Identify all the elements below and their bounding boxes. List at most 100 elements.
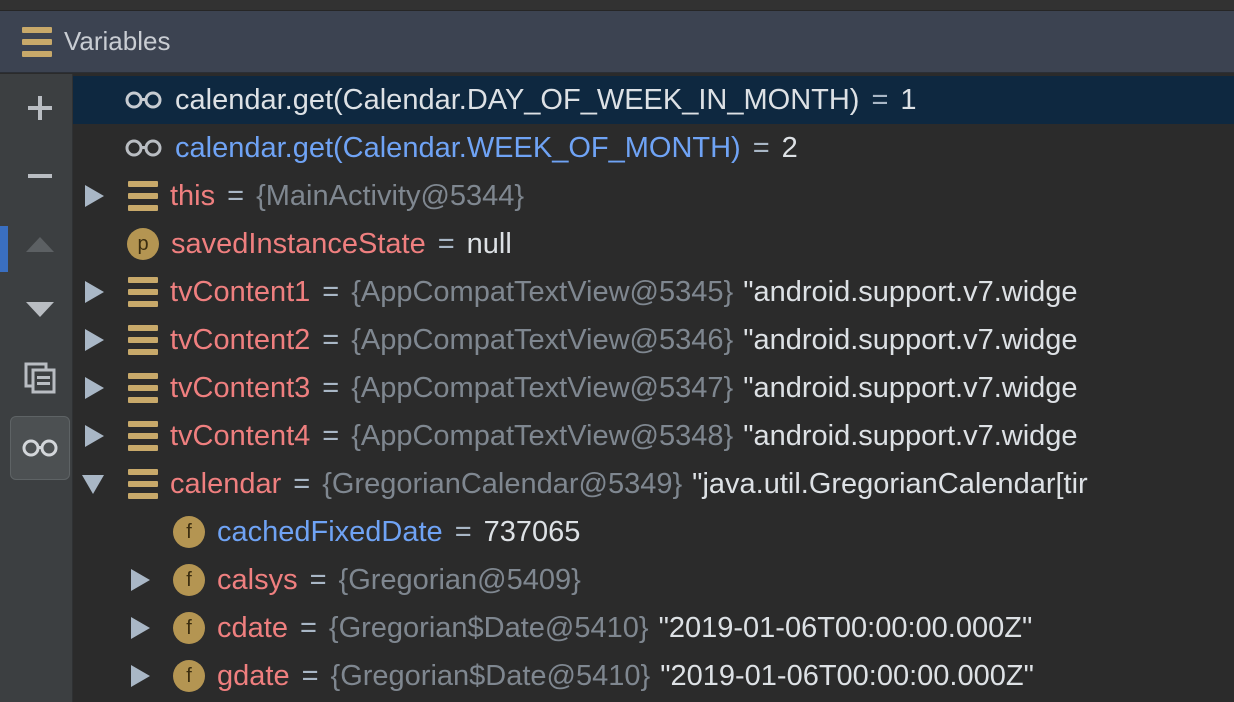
field-icon: f bbox=[173, 516, 205, 548]
side-toolbar bbox=[0, 74, 73, 702]
equals-sign: = bbox=[454, 515, 472, 548]
field-icon: f bbox=[173, 612, 205, 644]
variable-name: tvContent1 bbox=[170, 275, 311, 308]
variable-value: "android.support.v7.widge bbox=[743, 371, 1078, 404]
field-name: cdate bbox=[217, 611, 288, 644]
object-icon bbox=[128, 469, 158, 499]
variable-value: "android.support.v7.widge bbox=[743, 323, 1078, 356]
field-icon: f bbox=[173, 660, 205, 692]
equals-sign: = bbox=[299, 611, 317, 644]
field-type: {Gregorian$Date@5410} bbox=[328, 611, 649, 644]
plus-icon bbox=[28, 96, 52, 120]
field-icon: f bbox=[173, 564, 205, 596]
expand-arrow-icon[interactable] bbox=[131, 665, 150, 687]
object-icon bbox=[128, 373, 158, 403]
field-row-cachedFixedDate[interactable]: f cachedFixedDate = 737065 bbox=[73, 508, 1234, 556]
variable-name: tvContent4 bbox=[170, 419, 311, 452]
expand-arrow-icon[interactable] bbox=[85, 377, 104, 399]
variable-row-tvContent4[interactable]: tvContent4 = {AppCompatTextView@5348} "a… bbox=[73, 412, 1234, 460]
field-type: {Gregorian@5409} bbox=[338, 563, 581, 596]
arrow-up-icon bbox=[26, 237, 54, 252]
minus-icon bbox=[28, 174, 52, 178]
variable-name: tvContent3 bbox=[170, 371, 311, 404]
object-icon bbox=[128, 277, 158, 307]
variables-tree: calendar.get(Calendar.DAY_OF_WEEK_IN_MON… bbox=[73, 74, 1234, 702]
move-down-button[interactable] bbox=[12, 282, 68, 338]
equals-sign: = bbox=[437, 227, 455, 260]
object-icon bbox=[128, 325, 158, 355]
variable-row-tvContent3[interactable]: tvContent3 = {AppCompatTextView@5347} "a… bbox=[73, 364, 1234, 412]
equals-sign: = bbox=[322, 275, 340, 308]
object-icon bbox=[128, 181, 158, 211]
field-value: "2019-01-06T00:00:00.000Z" bbox=[658, 611, 1033, 644]
field-row-cdate[interactable]: f cdate = {Gregorian$Date@5410} "2019-01… bbox=[73, 604, 1234, 652]
expand-arrow-icon[interactable] bbox=[85, 425, 104, 447]
expand-arrow-icon[interactable] bbox=[131, 617, 150, 639]
variable-type: {MainActivity@5344} bbox=[256, 179, 525, 212]
variable-value: "android.support.v7.widge bbox=[743, 275, 1078, 308]
watch-row-day-of-week-in-month[interactable]: calendar.get(Calendar.DAY_OF_WEEK_IN_MON… bbox=[73, 76, 1234, 124]
expand-arrow-icon[interactable] bbox=[85, 329, 104, 351]
arrow-down-icon bbox=[26, 302, 54, 317]
variable-type: {AppCompatTextView@5348} bbox=[351, 419, 734, 452]
add-watch-button[interactable] bbox=[12, 80, 68, 136]
equals-sign: = bbox=[871, 83, 889, 116]
equals-sign: = bbox=[293, 467, 311, 500]
variable-value: 2 bbox=[781, 131, 798, 164]
equals-sign: = bbox=[322, 371, 340, 404]
watch-icon bbox=[125, 139, 162, 157]
copy-button[interactable] bbox=[12, 350, 68, 406]
field-row-gdate[interactable]: f gdate = {Gregorian$Date@5410} "2019-01… bbox=[73, 652, 1234, 700]
panel-title: Variables bbox=[64, 26, 171, 56]
variable-name: calendar bbox=[170, 467, 282, 500]
field-name: gdate bbox=[217, 659, 290, 692]
equals-sign: = bbox=[322, 323, 340, 356]
variable-value: null bbox=[466, 227, 512, 260]
object-icon bbox=[128, 421, 158, 451]
field-value: 737065 bbox=[483, 515, 581, 548]
variable-type: {GregorianCalendar@5349} bbox=[322, 467, 683, 500]
variable-row-savedInstanceState[interactable]: p savedInstanceState = null bbox=[73, 220, 1234, 268]
variable-row-calendar[interactable]: calendar = {GregorianCalendar@5349} "jav… bbox=[73, 460, 1234, 508]
variable-type: {AppCompatTextView@5347} bbox=[351, 371, 734, 404]
field-row-calsys[interactable]: f calsys = {Gregorian@5409} bbox=[73, 556, 1234, 604]
top-edge bbox=[0, 0, 1234, 11]
remove-watch-button[interactable] bbox=[12, 148, 68, 204]
expand-arrow-icon[interactable] bbox=[85, 185, 104, 207]
equals-sign: = bbox=[301, 659, 319, 692]
parameter-icon: p bbox=[127, 228, 159, 260]
variable-type: {AppCompatTextView@5345} bbox=[351, 275, 734, 308]
watch-row-week-of-month[interactable]: calendar.get(Calendar.WEEK_OF_MONTH) = 2 bbox=[73, 124, 1234, 172]
variable-type: {AppCompatTextView@5346} bbox=[351, 323, 734, 356]
field-name: cachedFixedDate bbox=[217, 515, 443, 548]
field-value: "2019-01-06T00:00:00.000Z" bbox=[660, 659, 1034, 692]
variable-name: calendar.get(Calendar.WEEK_OF_MONTH) bbox=[175, 131, 741, 164]
equals-sign: = bbox=[752, 131, 770, 164]
show-watches-button[interactable] bbox=[10, 416, 70, 480]
field-type: {Gregorian$Date@5410} bbox=[330, 659, 651, 692]
copy-icon bbox=[24, 362, 56, 394]
variable-name: calendar.get(Calendar.DAY_OF_WEEK_IN_MON… bbox=[175, 83, 860, 116]
glasses-icon bbox=[22, 439, 58, 457]
equals-sign: = bbox=[322, 419, 340, 452]
variable-value: "android.support.v7.widge bbox=[743, 419, 1078, 452]
variable-row-tvContent1[interactable]: tvContent1 = {AppCompatTextView@5345} "a… bbox=[73, 268, 1234, 316]
field-name: calsys bbox=[217, 563, 298, 596]
expand-arrow-icon[interactable] bbox=[131, 569, 150, 591]
variable-row-this[interactable]: this = {MainActivity@5344} bbox=[73, 172, 1234, 220]
variable-name: tvContent2 bbox=[170, 323, 311, 356]
variable-row-tvContent2[interactable]: tvContent2 = {AppCompatTextView@5346} "a… bbox=[73, 316, 1234, 364]
variable-value: "java.util.GregorianCalendar[tir bbox=[692, 467, 1088, 500]
equals-sign: = bbox=[227, 179, 245, 212]
collapse-arrow-icon[interactable] bbox=[82, 474, 104, 494]
variable-name: savedInstanceState bbox=[171, 227, 426, 260]
variable-name: this bbox=[170, 179, 216, 212]
panel-header: Variables bbox=[0, 11, 1234, 73]
variables-icon bbox=[22, 26, 52, 57]
expand-arrow-icon[interactable] bbox=[85, 281, 104, 303]
watch-icon bbox=[125, 91, 162, 109]
move-up-button[interactable] bbox=[12, 216, 68, 272]
side-marker bbox=[0, 226, 8, 272]
equals-sign: = bbox=[309, 563, 327, 596]
variable-value: 1 bbox=[900, 83, 917, 116]
